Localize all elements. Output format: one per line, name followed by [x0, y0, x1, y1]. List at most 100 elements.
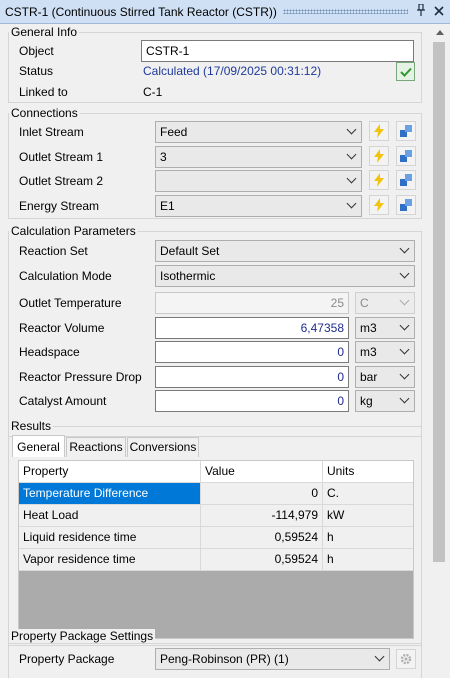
chevron-down-icon	[348, 128, 356, 136]
table-row[interactable]: Vapor residence time 0,59524 h	[19, 549, 413, 571]
lightning-icon	[374, 149, 384, 163]
create-stream-button-energy[interactable]	[369, 195, 389, 215]
general-info-title: General Info	[9, 25, 80, 39]
chevron-down-icon	[401, 324, 409, 332]
property-package-settings-button[interactable]	[396, 649, 416, 669]
chevron-down-icon	[401, 348, 409, 356]
reaction-set-select[interactable]: Default Set	[155, 240, 415, 262]
reactor-pressure-drop-unit-select[interactable]: bar	[355, 366, 415, 388]
outlet-stream-2-label: Outlet Stream 2	[19, 174, 104, 188]
row-property: Temperature Difference	[19, 483, 201, 504]
outlet-temperature-input[interactable]: 25	[155, 292, 349, 314]
checkmark-icon	[399, 67, 412, 77]
create-stream-button-outlet-1[interactable]	[369, 146, 389, 166]
property-package-label: Property Package	[19, 652, 115, 666]
pin-icon[interactable]	[414, 3, 428, 19]
chevron-down-icon	[401, 299, 409, 307]
linked-to-value: C-1	[143, 85, 163, 99]
stream-link-icon	[400, 125, 412, 137]
object-label: Object	[19, 44, 54, 58]
reactor-volume-unit: m3	[360, 321, 377, 335]
stream-link-icon	[400, 174, 412, 186]
chevron-down-icon	[401, 247, 409, 255]
results-title: Results	[9, 419, 54, 433]
catalyst-amount-unit-select[interactable]: kg	[355, 390, 415, 412]
chevron-down-icon	[401, 373, 409, 381]
catalyst-amount-unit: kg	[360, 394, 373, 408]
row-units: C.	[327, 486, 339, 500]
connections-title: Connections	[9, 106, 80, 120]
table-row[interactable]: Temperature Difference 0 C.	[19, 483, 413, 505]
editor-content: General Info Object CSTR-1 Status Calcul…	[0, 24, 430, 678]
headspace-input[interactable]: 0	[155, 341, 349, 363]
link-stream-button-outlet-1[interactable]	[396, 146, 416, 166]
headspace-unit: m3	[360, 345, 377, 359]
table-row[interactable]: Heat Load -114,979 kW	[19, 505, 413, 527]
table-row[interactable]: Liquid residence time 0,59524 h	[19, 527, 413, 549]
calculation-parameters-title: Calculation Parameters	[9, 224, 138, 238]
stream-link-icon	[400, 199, 412, 211]
reactor-volume-input[interactable]: 6,47358	[155, 317, 349, 339]
tab-general[interactable]: General	[12, 435, 65, 457]
lightning-icon	[374, 198, 384, 212]
vertical-scrollbar[interactable]	[430, 24, 450, 678]
energy-stream-value: E1	[160, 199, 175, 213]
drag-grip[interactable]	[282, 9, 408, 14]
calculation-mode-select[interactable]: Isothermic	[155, 265, 415, 287]
tab-conversions[interactable]: Conversions	[127, 437, 199, 457]
table-header: Property Value Units	[19, 461, 413, 483]
tab-reactions[interactable]: Reactions	[66, 437, 126, 457]
property-package-select[interactable]: Peng-Robinson (PR) (1)	[155, 648, 390, 670]
chevron-down-icon	[376, 655, 384, 663]
link-stream-button-energy[interactable]	[396, 195, 416, 215]
reactor-pressure-drop-unit: bar	[360, 370, 378, 384]
chevron-down-icon	[348, 153, 356, 161]
link-stream-button-outlet-2[interactable]	[396, 170, 416, 190]
energy-stream-label: Energy Stream	[19, 199, 100, 213]
outlet-stream-1-select[interactable]: 3	[155, 146, 362, 168]
create-stream-button-outlet-2[interactable]	[369, 170, 389, 190]
catalyst-amount-input[interactable]: 0	[155, 390, 349, 412]
row-units: h	[327, 552, 334, 566]
column-header-value[interactable]: Value	[201, 461, 323, 482]
create-stream-button-inlet[interactable]	[369, 121, 389, 141]
outlet-temperature-unit: C	[360, 296, 369, 310]
row-value: 0,59524	[201, 549, 323, 570]
row-property: Vapor residence time	[19, 549, 201, 570]
catalyst-amount-label: Catalyst Amount	[19, 394, 107, 408]
column-header-units[interactable]: Units	[323, 461, 413, 482]
scrollbar-thumb[interactable]	[433, 42, 445, 562]
close-icon[interactable]	[432, 4, 446, 19]
row-value: 0	[201, 483, 323, 504]
status-label: Status	[19, 64, 54, 78]
reaction-set-value: Default Set	[160, 244, 220, 258]
headspace-unit-select[interactable]: m3	[355, 341, 415, 363]
column-header-property[interactable]: Property	[19, 461, 201, 482]
stream-link-icon	[400, 150, 412, 162]
outlet-stream-2-select[interactable]	[155, 170, 362, 192]
check-status-button[interactable]	[396, 62, 415, 81]
reactor-pressure-drop-input[interactable]: 0	[155, 366, 349, 388]
energy-stream-select[interactable]: E1	[155, 195, 362, 217]
reactor-volume-unit-select[interactable]: m3	[355, 317, 415, 339]
scroll-up-arrow-icon[interactable]	[434, 28, 446, 38]
chevron-down-icon	[348, 177, 356, 185]
calculation-mode-label: Calculation Mode	[19, 269, 112, 283]
inlet-stream-select[interactable]: Feed	[155, 121, 362, 143]
row-units: kW	[327, 508, 345, 522]
row-property: Heat Load	[19, 505, 201, 526]
object-name-input[interactable]: CSTR-1	[141, 40, 414, 62]
inlet-stream-value: Feed	[160, 125, 188, 139]
link-stream-button-inlet[interactable]	[396, 121, 416, 141]
outlet-temperature-unit-select[interactable]: C	[355, 292, 415, 314]
calculation-mode-value: Isothermic	[160, 269, 216, 283]
outlet-stream-1-value: 3	[160, 150, 167, 164]
window-titlebar: CSTR-1 (Continuous Stirred Tank Reactor …	[0, 0, 450, 24]
lightning-icon	[374, 124, 384, 138]
inlet-stream-label: Inlet Stream	[19, 125, 84, 139]
row-value: -114,979	[201, 505, 323, 526]
gear-icon	[400, 653, 412, 665]
chevron-down-icon	[348, 202, 356, 210]
chevron-down-icon	[401, 272, 409, 280]
reactor-pressure-drop-label: Reactor Pressure Drop	[19, 370, 142, 384]
